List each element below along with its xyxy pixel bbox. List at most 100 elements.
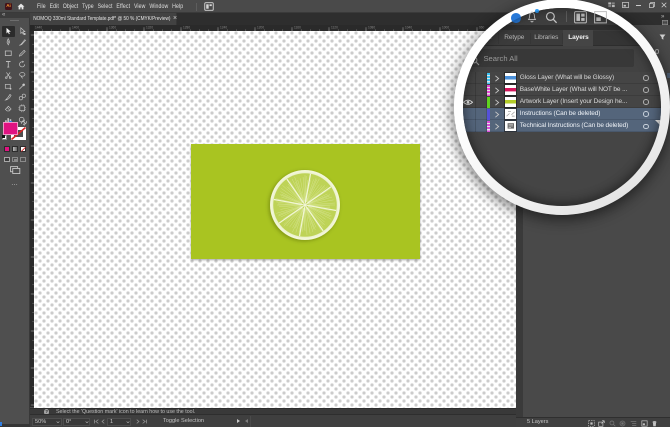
magnifier-lens: s Retype LibrariesLayers Search AllGloss La… (454, 0, 670, 215)
close-button[interactable] (661, 2, 667, 8)
knife-tool[interactable] (2, 92, 15, 103)
expand-chevron-icon[interactable] (494, 123, 500, 130)
minimize-button[interactable] (636, 5, 641, 6)
document-tab[interactable]: NOMOQ 330ml Standard Template.pdf* @ 50 … (30, 13, 176, 25)
scissors-tool[interactable] (2, 70, 15, 81)
rectangle-tool[interactable] (2, 48, 15, 59)
layer-color-bar (487, 121, 490, 132)
status-flyout-icon[interactable] (237, 419, 240, 423)
selection-tool[interactable] (2, 26, 15, 37)
svg-text:1000: 1000 (442, 26, 449, 30)
menu-item-view[interactable]: View (134, 3, 146, 10)
status-message: Toggle Selection (163, 415, 204, 427)
collect-for-export-icon[interactable] (598, 420, 605, 427)
home-icon[interactable] (17, 3, 25, 10)
screen-mode-icon[interactable] (10, 166, 21, 174)
shape-builder-tool[interactable] (2, 81, 15, 92)
panel-tab-retype[interactable]: Retype (503, 30, 526, 46)
new-sublayer-icon[interactable] (630, 420, 637, 427)
next-artboard-icon[interactable] (136, 419, 140, 424)
layer-target-icon[interactable] (643, 99, 649, 105)
status-bar: 50% 0° 1 Toggle Selection (30, 414, 516, 427)
layer-target-icon[interactable] (643, 111, 649, 117)
svg-text:1440: 1440 (35, 26, 42, 30)
fill-swatch[interactable] (3, 122, 18, 135)
menu-item-help[interactable]: Help (172, 3, 183, 10)
draw-behind-button[interactable] (12, 157, 18, 163)
expand-chevron-icon[interactable] (494, 87, 500, 94)
gradient-button[interactable] (12, 146, 18, 152)
svg-text:1200: 1200 (257, 26, 264, 30)
panel-tab-libraries[interactable]: Libraries (533, 30, 560, 46)
artboard-tool[interactable] (16, 103, 29, 114)
rotation-dropdown[interactable]: 0° (63, 418, 90, 426)
menu-item-edit[interactable]: Edit (50, 3, 59, 10)
toolbar-grip[interactable] (10, 20, 19, 21)
tab-close-icon[interactable]: × (170, 13, 180, 25)
zoom-dropdown[interactable]: 50% (32, 418, 62, 426)
menu-item-select[interactable]: Select (98, 3, 113, 10)
paintbrush-tool[interactable] (16, 37, 29, 48)
color-fill-button[interactable] (4, 146, 10, 152)
layer-target-icon[interactable] (643, 124, 649, 130)
arrange-documents-icon[interactable] (204, 2, 214, 11)
search-layers-icon[interactable] (609, 420, 616, 427)
locate-object-icon[interactable] (588, 420, 595, 427)
layer-name[interactable]: BaseWhite Layer (What will NOT be ... (520, 84, 627, 96)
layer-name[interactable]: Gloss Layer (What will be Glossy) (520, 72, 614, 84)
rotate-tool[interactable] (16, 59, 29, 70)
pencil-tool[interactable] (16, 48, 29, 59)
draw-normal-button[interactable] (4, 157, 10, 163)
layer-thumbnail[interactable] (505, 109, 517, 119)
none-button[interactable] (20, 146, 26, 152)
pen-tool[interactable] (2, 37, 15, 48)
layer-thumbnail[interactable] (505, 85, 517, 95)
artboard-number-field[interactable]: 1 (107, 418, 131, 426)
search-placeholder: Search All (483, 46, 517, 72)
prev-artboard-icon[interactable] (101, 419, 105, 424)
layer-thumbnail[interactable] (505, 97, 517, 107)
menu-item-effect[interactable]: Effect (116, 3, 130, 10)
menu-item-type[interactable]: Type (82, 3, 94, 10)
layer-target-icon[interactable] (643, 87, 649, 93)
canvas[interactable] (34, 31, 516, 408)
toolbar-collapse-icon[interactable]: « (2, 12, 5, 18)
hand-tool[interactable] (16, 70, 29, 81)
app-logo-icon[interactable]: Ai (5, 3, 12, 10)
layer-name[interactable]: Artwork Layer (Insert your Design he... (520, 96, 627, 108)
layer-color-bar (487, 73, 490, 84)
menu-item-window[interactable]: Window (149, 3, 168, 10)
layer-target-icon[interactable] (643, 75, 649, 81)
default-swatches-icon[interactable] (2, 135, 7, 140)
expand-chevron-icon[interactable] (494, 75, 500, 82)
delete-layer-icon[interactable] (651, 420, 658, 427)
lens-appbar (463, 8, 661, 25)
layer-thumbnail[interactable] (505, 121, 517, 131)
tab-divider (530, 33, 531, 45)
expand-chevron-icon[interactable] (494, 111, 500, 118)
type-tool[interactable] (2, 59, 15, 70)
new-layer-icon[interactable] (641, 420, 648, 427)
eraser-tool[interactable] (2, 103, 15, 114)
last-artboard-icon[interactable] (142, 419, 147, 424)
menu-item-file[interactable]: File (37, 3, 46, 10)
first-artboard-icon[interactable] (94, 419, 99, 424)
layer-name[interactable]: Technical Instructions (Can be deleted) (520, 120, 628, 132)
blend-tool[interactable] (16, 92, 29, 103)
draw-inside-button[interactable] (20, 157, 26, 163)
direct-selection-tool[interactable] (16, 26, 29, 37)
clipping-mask-icon[interactable] (619, 420, 626, 427)
visibility-eye-icon[interactable] (463, 99, 473, 106)
layer-name[interactable]: Instructions (Can be deleted) (520, 108, 601, 120)
swap-fill-stroke-icon[interactable] (20, 119, 28, 126)
artboard[interactable] (191, 144, 420, 259)
layer-thumbnail[interactable] (505, 73, 517, 83)
toolbar-overflow-icon[interactable]: … (11, 180, 19, 187)
menu-item-object[interactable]: Object (63, 3, 79, 10)
panel-tab-layers[interactable]: Layers (563, 30, 593, 46)
expand-chevron-icon[interactable] (494, 99, 500, 106)
eyedropper-tool[interactable] (16, 81, 29, 92)
menubar-divider (196, 3, 197, 11)
dock-panel-icon[interactable] (662, 20, 668, 25)
panel-tab-s[interactable]: s (485, 30, 494, 46)
